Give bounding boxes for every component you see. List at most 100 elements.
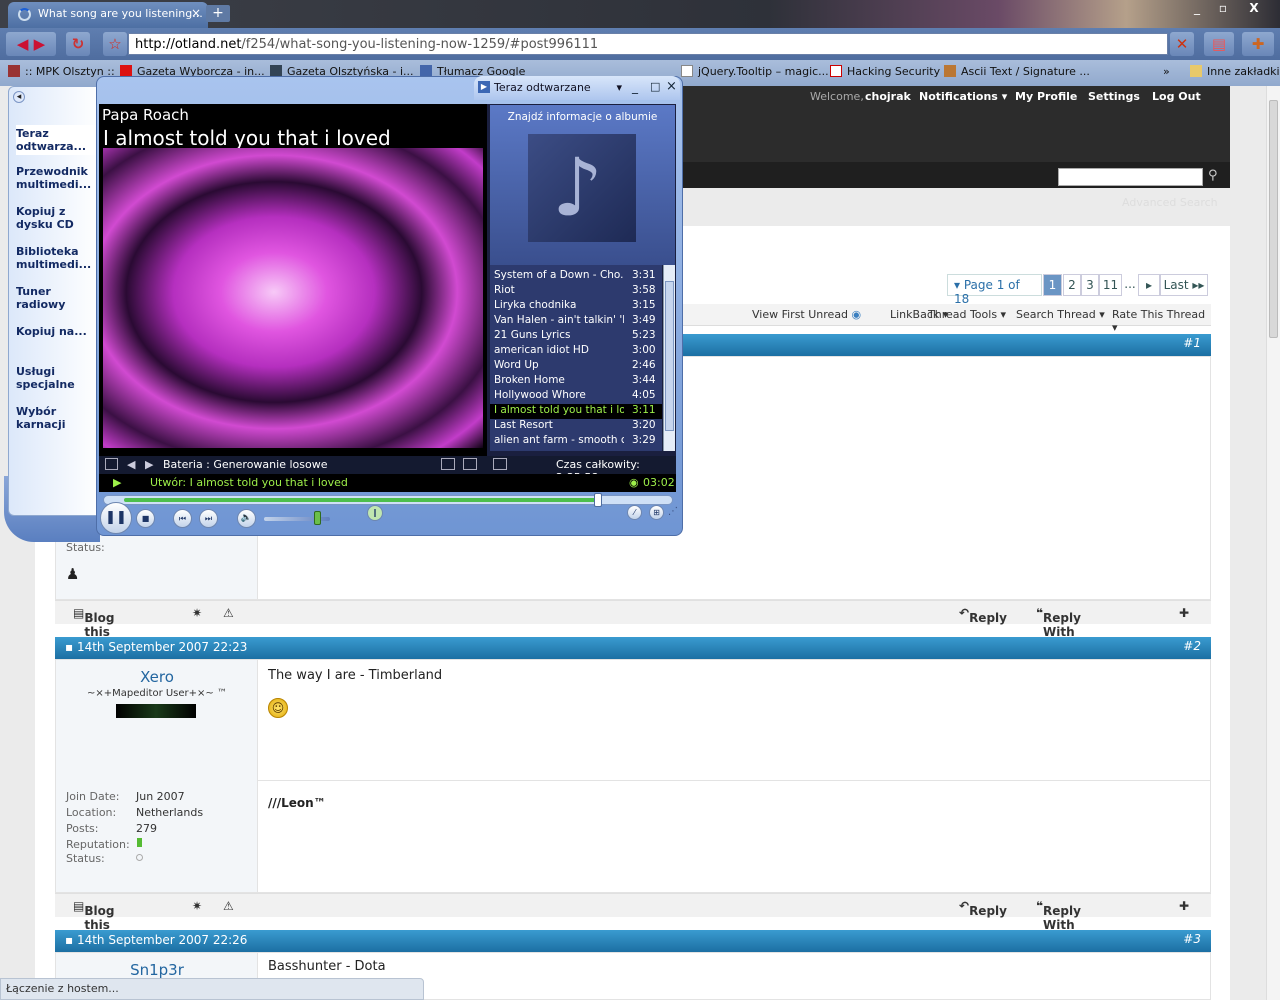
- reply-button[interactable]: ↶ Reply: [959, 606, 1007, 625]
- shuffle-icon[interactable]: [493, 458, 507, 470]
- playlist-scrollbar[interactable]: [663, 265, 675, 451]
- multi-quote-icon[interactable]: ✚: [1179, 606, 1189, 620]
- wrench-menu-icon[interactable]: ✚: [1242, 32, 1274, 56]
- maximize-button[interactable]: ▫: [1210, 0, 1236, 18]
- menu-now-playing[interactable]: Teraz odtwarza...: [16, 125, 98, 155]
- chevron-down-icon[interactable]: ▾: [616, 81, 622, 94]
- playlist-item[interactable]: Word Up 2:46: [490, 359, 662, 374]
- playlist-item[interactable]: Liryka chodnika 3:15: [490, 299, 662, 314]
- address-bar[interactable]: http://otland.net/f254/what-song-you-lis…: [128, 33, 1168, 55]
- minimize-button[interactable]: _: [1184, 0, 1210, 18]
- playlist-item[interactable]: Riot 3:58: [490, 284, 662, 299]
- playlist-item[interactable]: 21 Guns Lyrics 5:23: [490, 329, 662, 344]
- menu-copy-to[interactable]: Kopiuj na...: [16, 325, 98, 338]
- menu-skin-chooser[interactable]: Wybór karnacji: [16, 405, 98, 431]
- playlist-item[interactable]: I almost told you that i lov... 3:11: [490, 404, 662, 419]
- search-thread-menu[interactable]: Search Thread ▾: [1016, 308, 1105, 321]
- volume-slider[interactable]: [264, 511, 330, 525]
- equalizer-icon[interactable]: ‖: [367, 505, 383, 521]
- find-album-info-link[interactable]: Znajdź informacje o albumie: [490, 111, 675, 123]
- pagination-label[interactable]: ▾ Page 1 of 18: [947, 274, 1042, 306]
- post-number[interactable]: #3: [1183, 932, 1201, 946]
- forward-arrow-icon[interactable]: ▶: [34, 35, 46, 53]
- edit-icon[interactable]: ⁄: [627, 505, 642, 520]
- post-username[interactable]: Xero: [56, 668, 258, 686]
- mute-button[interactable]: 🔈: [237, 509, 256, 528]
- menu-radio-tuner[interactable]: Tuner radiowy: [16, 285, 98, 311]
- other-bookmarks[interactable]: Inne zakładki: [1190, 65, 1280, 78]
- blog-post-button[interactable]: ▤ Blog this Post: [73, 606, 114, 653]
- scrollbar-thumb[interactable]: [1269, 100, 1278, 338]
- page-1[interactable]: 1: [1043, 274, 1062, 296]
- page-menu-icon[interactable]: ▤: [1204, 32, 1234, 56]
- fullscreen-toggle-icon[interactable]: [105, 458, 118, 470]
- search-icon[interactable]: ⚲: [1208, 168, 1218, 183]
- back-forward-buttons[interactable]: ◀ ▶: [6, 32, 56, 56]
- previous-button[interactable]: ⏮: [173, 509, 192, 528]
- close-player-icon[interactable]: ×: [666, 79, 677, 94]
- bookmark-jquery[interactable]: jQuery.Tooltip – magic...: [681, 65, 829, 78]
- compact-icon[interactable]: [463, 458, 477, 470]
- minimize-player-icon[interactable]: _: [632, 80, 638, 94]
- playlist-item[interactable]: Van Halen - ain't talkin' 'b... 3:49: [490, 314, 662, 329]
- bookmarks-overflow-icon[interactable]: »: [1163, 65, 1170, 78]
- reply-with-quote-button[interactable]: ❝ Reply With Quote: [1036, 899, 1084, 946]
- playlist-scroll-thumb[interactable]: [665, 281, 674, 431]
- view-selector[interactable]: Teraz odtwarzane ▾: [494, 81, 622, 95]
- post-number[interactable]: #2: [1183, 639, 1201, 653]
- page-11[interactable]: 11: [1099, 274, 1122, 296]
- star-icon[interactable]: ✷: [192, 606, 202, 620]
- playlist-item[interactable]: alien ant farm - smooth c... 3:29: [490, 434, 662, 449]
- resize-icon[interactable]: [441, 458, 455, 470]
- reload-icon[interactable]: ↻: [66, 32, 90, 56]
- stop-icon[interactable]: ✕: [1170, 32, 1194, 56]
- playlist-item[interactable]: Last Resort 3:20: [490, 419, 662, 434]
- maximize-player-icon[interactable]: □: [650, 80, 660, 93]
- page-scrollbar[interactable]: [1266, 86, 1280, 1000]
- playlist-item[interactable]: System of a Down - Cho... 3:31: [490, 269, 662, 284]
- next-page-icon[interactable]: ▸: [1138, 274, 1160, 296]
- page-3[interactable]: 3: [1081, 274, 1099, 296]
- my-profile-link[interactable]: My Profile: [1015, 90, 1077, 103]
- menu-premium-services[interactable]: Usługi specjalne: [16, 365, 98, 391]
- logout-link[interactable]: Log Out: [1152, 90, 1201, 103]
- seek-thumb[interactable]: [594, 493, 602, 507]
- collapse-icon[interactable]: ◂: [13, 91, 25, 103]
- close-window-button[interactable]: X: [1236, 0, 1272, 18]
- star-icon[interactable]: ✷: [192, 899, 202, 913]
- menu-media-guide[interactable]: Przewodnik multimedi...: [16, 165, 98, 191]
- bookmark-ascii[interactable]: Ascii Text / Signature ...: [944, 65, 1090, 78]
- menu-library[interactable]: Biblioteka multimedi...: [16, 245, 98, 271]
- page-2[interactable]: 2: [1063, 274, 1081, 296]
- post-username[interactable]: Sn1p3r: [56, 961, 258, 979]
- settings-link[interactable]: Settings: [1088, 90, 1140, 103]
- pause-button[interactable]: ❚❚: [100, 502, 132, 534]
- stop-button[interactable]: ■: [136, 509, 155, 528]
- playlist-item[interactable]: Broken Home 3:44: [490, 374, 662, 389]
- username-link[interactable]: chojrak: [865, 90, 911, 103]
- blog-post-button[interactable]: ▤ Blog this Post: [73, 899, 114, 946]
- seek-bar[interactable]: [103, 493, 673, 507]
- site-search-input[interactable]: [1058, 168, 1203, 186]
- report-icon[interactable]: ⚠: [223, 899, 234, 913]
- back-arrow-icon[interactable]: ◀: [17, 35, 29, 53]
- multi-quote-icon[interactable]: ✚: [1179, 899, 1189, 913]
- playlist-item[interactable]: Hollywood Whore 4:05: [490, 389, 662, 404]
- bookmark-hacking[interactable]: Hacking Security: [830, 65, 940, 78]
- reply-with-quote-button[interactable]: ❝ Reply With Quote: [1036, 606, 1084, 653]
- menu-rip-cd[interactable]: Kopiuj z dysku CD: [16, 205, 98, 231]
- new-tab-button[interactable]: +: [206, 5, 230, 22]
- last-page-link[interactable]: Last ▸▸: [1160, 274, 1208, 296]
- settings-icon[interactable]: ⊞: [649, 505, 664, 520]
- thread-tools-menu[interactable]: Thread Tools ▾: [928, 308, 1006, 321]
- prev-vis-icon[interactable]: ◀: [127, 458, 135, 471]
- tab-close-icon[interactable]: ×: [191, 6, 201, 20]
- notifications-menu[interactable]: Notifications ▾: [919, 90, 1007, 103]
- advanced-search-link[interactable]: Advanced Search: [1122, 196, 1218, 209]
- reply-button[interactable]: ↶ Reply: [959, 899, 1007, 918]
- next-vis-icon[interactable]: ▶: [145, 458, 153, 471]
- next-button[interactable]: ⏭: [199, 509, 218, 528]
- volume-thumb[interactable]: [314, 511, 321, 525]
- resize-grip-icon[interactable]: ⋰: [668, 506, 678, 517]
- playlist-item[interactable]: american idiot HD 3:00: [490, 344, 662, 359]
